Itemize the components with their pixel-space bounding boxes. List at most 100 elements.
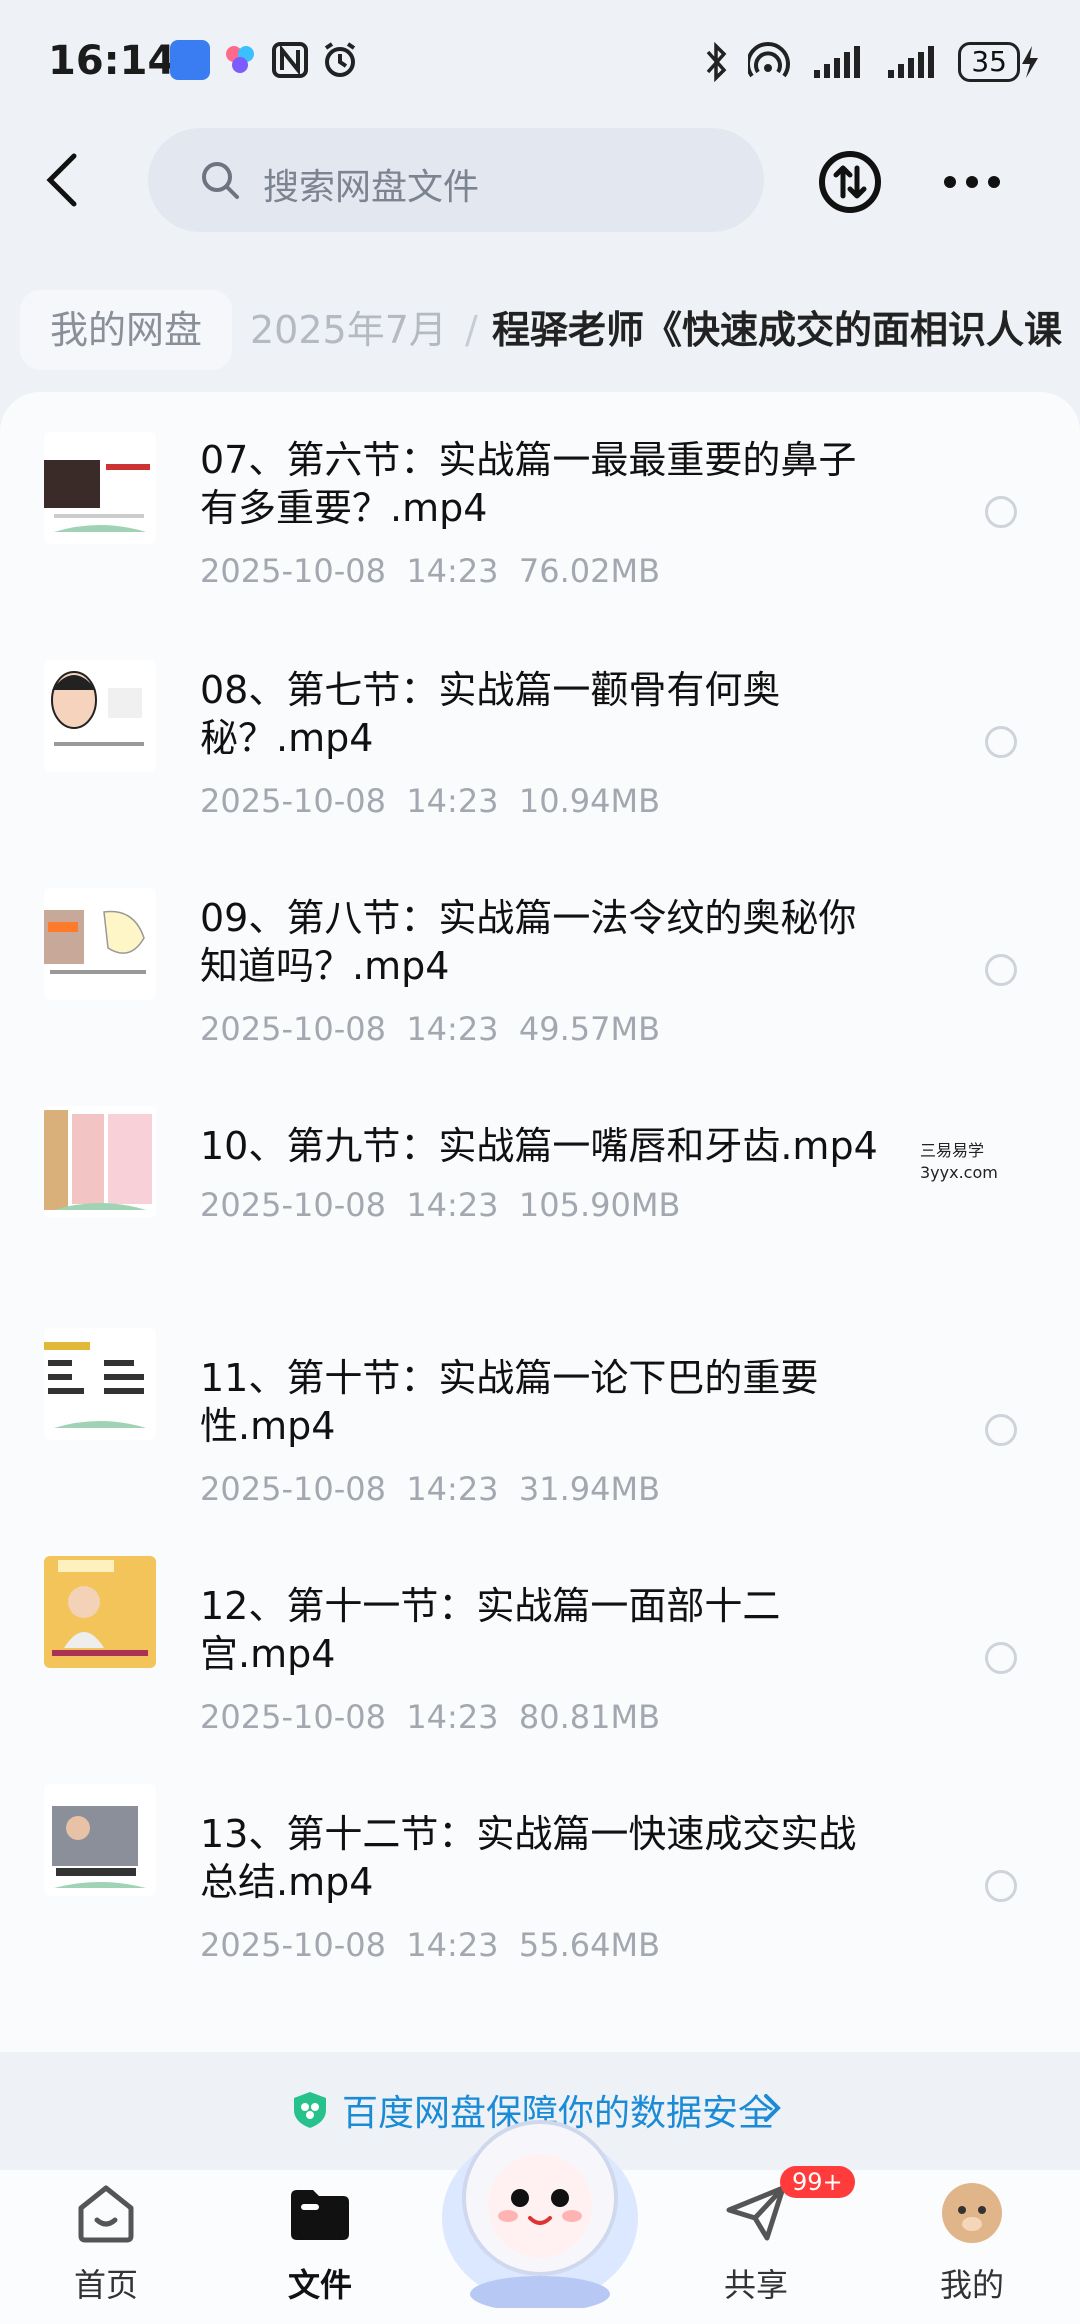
file-name-line: 07、第六节：实战篇一最最重要的鼻子 [200,438,857,482]
back-icon[interactable] [40,150,90,210]
select-checkbox[interactable] [985,1414,1017,1446]
file-name: 13、第十二节：实战篇一快速成交实战 总结.mp4 [200,1810,920,1906]
signal-icon [814,46,861,78]
file-time: 14:23 [406,552,499,590]
status-bar: 16:14 35 [0,0,1080,120]
list-item[interactable]: 09、第八节：实战篇一法令纹的奥秘你 知道吗？.mp4 2025-10-08 1… [0,870,1080,1100]
breadcrumb-item-current: 程驿老师《快速成交的面相识人课 [492,308,1063,352]
watermark-line: 3yyx.com [920,1163,998,1182]
file-size: 105.90MB [518,1186,681,1224]
file-name: 09、第八节：实战篇一法令纹的奥秘你 知道吗？.mp4 [200,894,920,990]
file-name-line: 宫.mp4 [200,1632,336,1676]
breadcrumb-item-month[interactable]: 2025年7月 [250,290,447,370]
tab-share-label: 共享 [723,2266,788,2304]
file-date: 2025-10-08 [200,1470,386,1508]
video-thumbnail [44,432,156,544]
video-thumbnail [44,1784,156,1896]
file-date: 2025-10-08 [200,552,386,590]
file-size: 80.81MB [518,1698,661,1736]
select-checkbox[interactable] [985,954,1017,986]
file-name-line: 总结.mp4 [200,1860,374,1904]
file-time: 14:23 [406,1470,499,1508]
file-size: 49.57MB [518,1010,661,1048]
file-name-line: 12、第十一节：实战篇一面部十二 [200,1584,781,1628]
status-right: 35 [704,40,1040,84]
file-size: 55.64MB [518,1926,661,1964]
file-name: 08、第七节：实战篇一颧骨有何奥 秘？.mp4 [200,666,920,762]
file-date: 2025-10-08 [200,1698,386,1736]
file-name-line: 11、第十节：实战篇一论下巴的重要 [200,1356,819,1400]
file-time: 14:23 [406,1698,499,1736]
file-name-line: 秘？.mp4 [200,716,374,760]
watermark-line: 三易易学 [920,1141,985,1160]
file-date: 2025-10-08 [200,1926,386,1964]
search-placeholder: 搜索网盘文件 [263,167,480,208]
file-name: 07、第六节：实战篇一最最重要的鼻子 有多重要？.mp4 [200,436,920,532]
file-date: 2025-10-08 [200,1186,386,1224]
file-name-line: 知道吗？.mp4 [200,944,450,988]
share-badge: 99+ [780,2166,855,2198]
file-name-line: 13、第十二节：实战篇一快速成交实战 [200,1812,857,1856]
select-checkbox[interactable] [985,496,1017,528]
paper-plane-icon [726,2185,786,2241]
list-item[interactable]: 12、第十一节：实战篇一面部十二 宫.mp4 2025-10-08 14:23 … [0,1510,1080,1740]
file-meta: 2025-10-08 14:23 76.02MB [200,552,660,590]
breadcrumb-item-root[interactable]: 我的网盘 [20,290,233,370]
watermark: 三易易学 3yyx.com [920,1140,998,1184]
file-name-line: 09、第八节：实战篇一法令纹的奥秘你 [200,896,857,940]
search-input[interactable]: 搜索网盘文件 [148,128,764,232]
video-thumbnail [44,660,156,772]
battery-level: 35 [958,42,1020,82]
battery-indicator: 35 [958,42,1040,82]
file-meta: 2025-10-08 14:23 105.90MB [200,1186,680,1224]
video-thumbnail [44,1328,156,1440]
home-icon [78,2185,134,2243]
shield-icon [294,2092,326,2128]
breadcrumb-separator: / [465,308,478,352]
select-checkbox[interactable] [985,1642,1017,1674]
tab-files[interactable]: 文件 [250,2180,390,2306]
hotspot-icon [748,42,791,78]
select-checkbox[interactable] [985,726,1017,758]
file-meta: 2025-10-08 14:23 31.94MB [200,1470,660,1508]
file-name: 12、第十一节：实战篇一面部十二 宫.mp4 [200,1582,920,1678]
tab-share[interactable]: 共享 [686,2180,826,2306]
file-time: 14:23 [406,1186,499,1224]
tab-mine[interactable]: 我的 [902,2180,1042,2306]
file-meta: 2025-10-08 14:23 49.57MB [200,1010,660,1048]
tab-home[interactable]: 首页 [36,2180,176,2306]
list-item[interactable]: 13、第十二节：实战篇一快速成交实战 总结.mp4 2025-10-08 14:… [0,1738,1080,1968]
file-list: 07、第六节：实战篇一最最重要的鼻子 有多重要？.mp4 2025-10-08 … [0,392,1080,2052]
file-name: 10、第九节：实战篇一嘴唇和牙齿.mp4 [200,1122,920,1170]
file-name-line: 10、第九节：实战篇一嘴唇和牙齿.mp4 [200,1124,878,1168]
app-u-icon [170,40,210,80]
file-size: 76.02MB [518,552,661,590]
file-time: 14:23 [406,782,499,820]
status-time: 16:14 [48,38,176,84]
file-name-line: 性.mp4 [200,1404,336,1448]
tab-home-label: 首页 [73,2266,138,2304]
file-size: 10.94MB [518,782,661,820]
tricolor-app-icon [226,46,254,73]
file-meta: 2025-10-08 14:23 80.81MB [200,1698,660,1736]
file-name-line: 有多重要？.mp4 [200,486,488,530]
list-item[interactable]: 11、第十节：实战篇一论下巴的重要 性.mp4 2025-10-08 14:23… [0,1282,1080,1512]
folder-icon [291,2190,349,2240]
file-meta: 2025-10-08 14:23 55.64MB [200,1926,660,1964]
list-item[interactable]: 08、第七节：实战篇一颧骨有何奥 秘？.mp4 2025-10-08 14:23… [0,642,1080,872]
file-time: 14:23 [406,1926,499,1964]
file-name-line: 08、第七节：实战篇一颧骨有何奥 [200,668,781,712]
avatar [942,2183,1002,2243]
video-thumbnail [44,888,156,1000]
chevron-right-icon [764,2094,781,2122]
video-thumbnail [44,1106,156,1218]
file-meta: 2025-10-08 14:23 10.94MB [200,782,660,820]
file-time: 14:23 [406,1010,499,1048]
tab-mine-label: 我的 [939,2266,1004,2304]
mascot-assistant-button[interactable] [438,2098,642,2308]
list-item[interactable]: 07、第六节：实战篇一最最重要的鼻子 有多重要？.mp4 2025-10-08 … [0,412,1080,642]
file-date: 2025-10-08 [200,1010,386,1048]
more-icon[interactable] [940,162,1004,202]
select-checkbox[interactable] [985,1870,1017,1902]
transfer-icon[interactable] [818,150,882,214]
